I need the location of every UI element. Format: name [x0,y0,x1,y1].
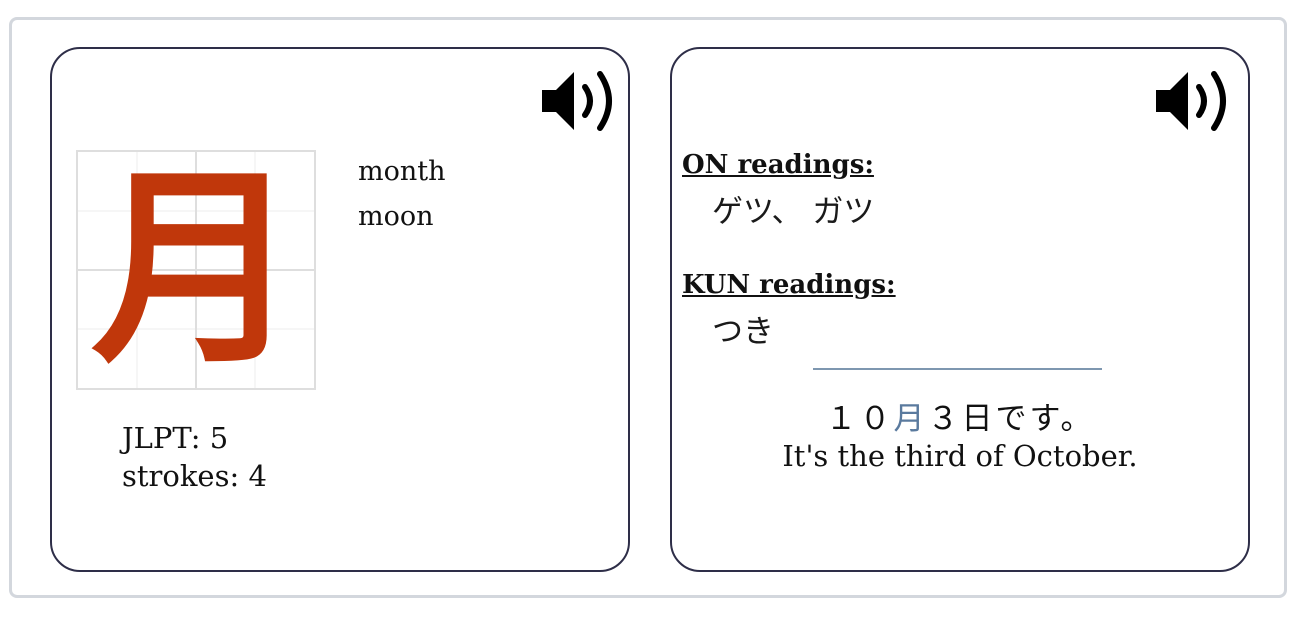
kanji-card: 月 month moon JLPT: 5 strokes: 4 [50,47,630,572]
speaker-icon[interactable] [540,68,616,134]
kun-readings-value: つき [712,314,774,350]
kanji-character: 月 [90,147,301,392]
on-readings-value: ゲツ、 ガツ [712,194,875,230]
kanji-stats: JLPT: 5 strokes: 4 [122,419,267,495]
example-translation: It's the third of October. [782,439,1138,473]
readings-card: ON readings: ゲツ、 ガツ KUN readings: つき １０月… [670,47,1250,572]
kun-readings-label: KUN readings: [682,270,896,300]
meaning-item: month [358,156,446,187]
on-readings-label: ON readings: [682,150,874,180]
jlpt-level: JLPT: 5 [122,421,229,455]
meaning-item: moon [358,201,434,232]
example-sentence-start: １０ [825,401,894,437]
speaker-icon[interactable] [1154,68,1230,134]
kanji-meanings: month moon [358,149,446,239]
example-sentence: １０月３日です。 [672,393,1248,438]
divider [813,368,1102,370]
example-sentence-end: ３日です。 [927,401,1095,437]
kanji-practice-grid: 月 [76,150,316,390]
stroke-count: strokes: 4 [122,459,267,493]
example-highlight: 月 [893,401,928,437]
